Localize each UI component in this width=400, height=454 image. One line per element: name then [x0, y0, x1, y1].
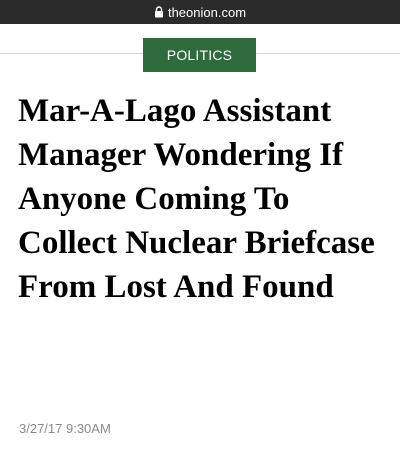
browser-url-bar[interactable]: theonion.com [0, 0, 400, 24]
lock-icon [154, 6, 164, 18]
article-timestamp: 3/27/17 9:30AM [19, 421, 111, 436]
article-headline: Mar-A-Lago Assistant Manager Wondering I… [18, 93, 375, 305]
section-tag-label: POLITICS [166, 47, 233, 63]
url-text: theonion.com [167, 4, 247, 20]
section-tag-politics[interactable]: POLITICS [143, 38, 256, 72]
